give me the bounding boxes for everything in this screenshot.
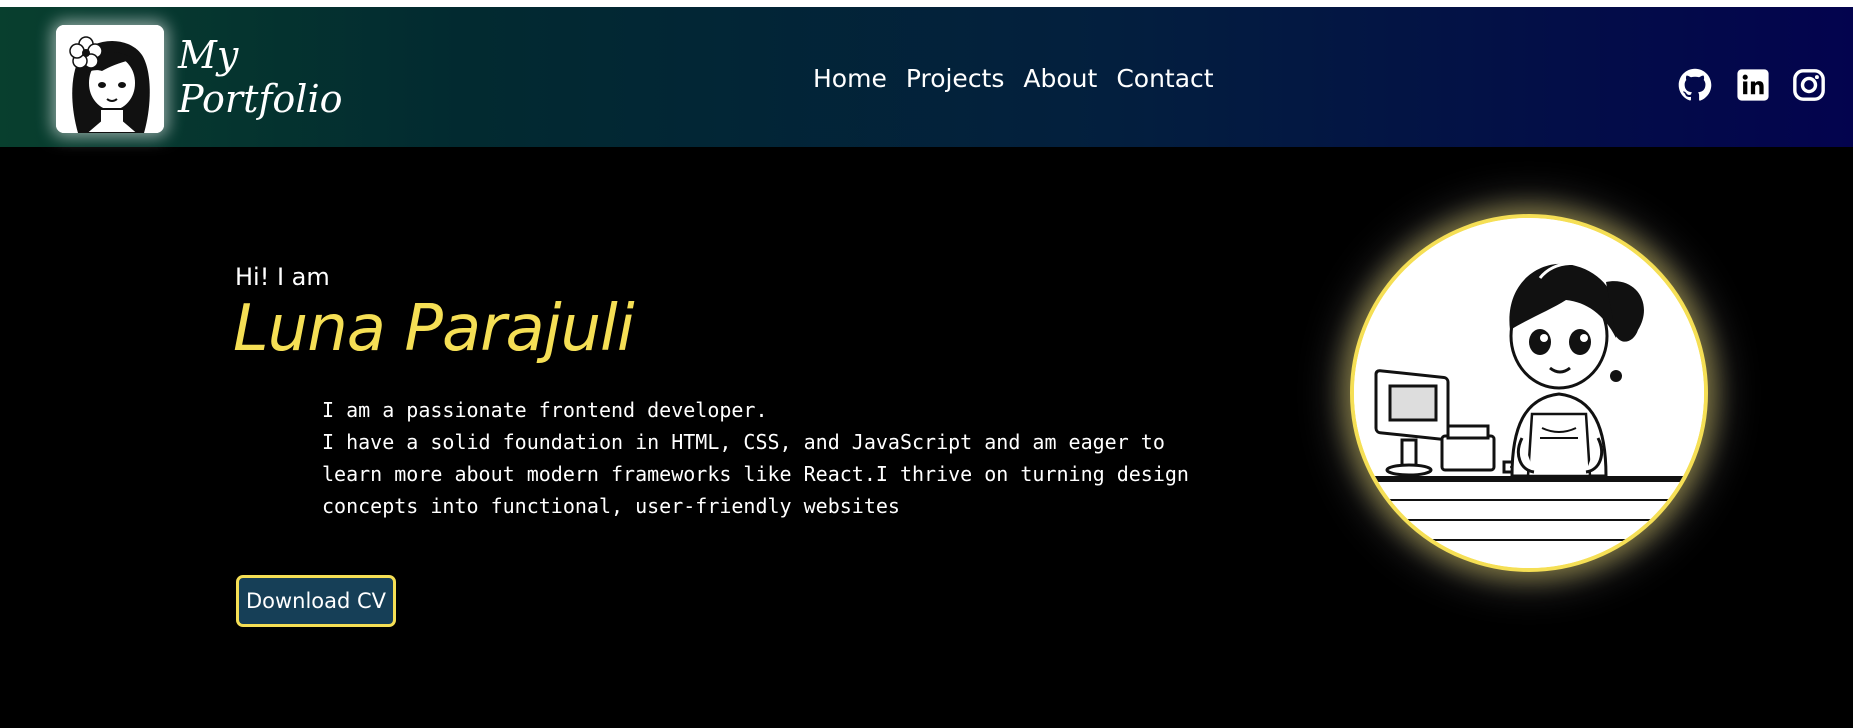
github-link[interactable]: [1678, 68, 1712, 102]
hero-bio: I am a passionate frontend developer. I …: [322, 394, 1252, 522]
download-cv-button[interactable]: Download CV: [236, 575, 396, 627]
main-nav: Home Projects About Contact: [813, 64, 1214, 93]
bio-line: I have a solid foundation in HTML, CSS, …: [322, 430, 1165, 454]
instagram-link[interactable]: [1792, 68, 1826, 102]
hero-avatar: [1350, 214, 1708, 572]
hero-greeting: Hi! I am: [235, 263, 330, 291]
brand-title: My Portfolio: [178, 33, 398, 121]
nav-projects[interactable]: Projects: [906, 64, 1005, 93]
nav-about[interactable]: About: [1023, 64, 1097, 93]
linkedin-icon: [1737, 69, 1769, 101]
hero-name: Luna Parajuli: [233, 292, 635, 366]
brand-line-2: Portfolio: [178, 77, 343, 121]
bio-line: concepts into functional, user-friendly …: [322, 494, 900, 518]
bio-line: learn more about modern frameworks like …: [322, 462, 1189, 486]
girl-at-cashier-illustration: [1354, 218, 1704, 568]
instagram-icon: [1793, 69, 1825, 101]
linkedin-link[interactable]: [1736, 68, 1770, 102]
nav-contact[interactable]: Contact: [1116, 64, 1213, 93]
bio-line: I am a passionate frontend developer.: [322, 398, 768, 422]
github-icon: [1678, 68, 1712, 101]
nav-home[interactable]: Home: [813, 64, 887, 93]
brand-line-1: My: [178, 33, 239, 77]
logo[interactable]: [56, 25, 164, 133]
top-strip: [0, 0, 1853, 7]
girl-with-flower-portrait-icon: [56, 25, 164, 133]
site-header: My Portfolio Home Projects About Contact: [0, 7, 1853, 147]
